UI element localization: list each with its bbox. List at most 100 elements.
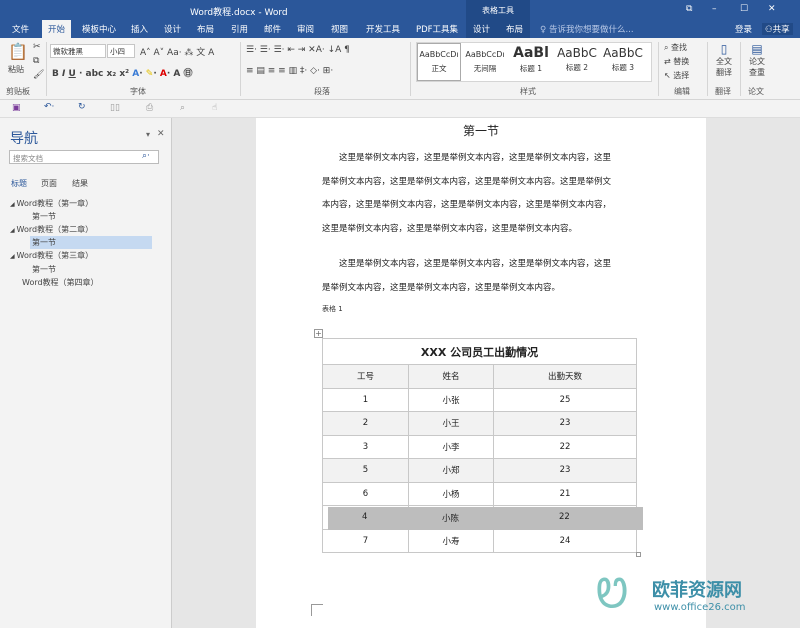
copy-icon[interactable]: ⧉ [33,56,39,66]
nav-close-icon[interactable]: ✕ [157,129,165,139]
tab-pdf[interactable]: PDF工具集 [416,23,458,35]
header-days: 出勤天数 [493,364,637,389]
format-painter-icon[interactable]: 🖌 [33,70,44,80]
table-row[interactable]: 7 小寿 24 [322,528,637,553]
table-move-handle-icon[interactable]: + [314,329,323,338]
group-translate: 翻译 [715,87,731,96]
ribbon: 📋 粘贴 ✂ ⧉ 🖌 剪贴板 微软雅黑 小四 A˄ A˅ Aa· ⁂ 文 A B… [0,38,800,100]
close-button[interactable]: ✕ [768,4,776,14]
tell-me-input[interactable]: ♀ 告诉我你想要做什么... [540,23,634,35]
watermark: Ꮼ 欧菲资源网 www.office26.com [596,570,800,628]
window-title: Word教程.docx - Word [190,8,288,18]
group-styles: 样式 [520,87,536,96]
nav-heading-ch4[interactable]: Word教程（第四章） [22,277,99,288]
print-icon[interactable]: ⎙ [146,103,153,113]
nav-tab-results[interactable]: 结果 [72,178,88,189]
tab-view[interactable]: 视图 [331,23,348,35]
nav-search-input[interactable]: 搜索文档 ⌕· [9,150,159,164]
title-bar: Word教程.docx - Word 表格工具 ⧉ – ☐ ✕ [0,0,800,20]
style-normal[interactable]: AaBbCcDı 正文 [417,43,461,81]
nav-heading-ch3[interactable]: ◢ Word教程（第三章） [10,250,93,261]
select-button[interactable]: ↖ 选择 [664,70,689,81]
tab-home[interactable]: 开始 [42,20,72,38]
maximize-button[interactable]: ☐ [740,4,748,14]
tab-design[interactable]: 设计 [164,23,181,35]
columns-icon[interactable]: ▯▯ [110,103,120,113]
paste-icon[interactable]: 📋 [8,42,28,61]
person-icon: ⚇ [765,25,773,35]
paste-label[interactable]: 粘贴 [8,64,24,75]
paper-check-button[interactable]: ▤ 论文查重 [746,42,768,78]
tab-layout[interactable]: 布局 [197,23,214,35]
tab-template[interactable]: 模板中心 [82,23,116,35]
nav-heading-ch1[interactable]: ◢ Word教程（第一章） [10,198,93,209]
nav-options-icon[interactable]: ▾ [146,130,150,139]
paragraph-1: 这里是举例文本内容，这里是举例文本内容，这里是举例文本内容，这里 是举例文本内容，… [322,153,612,234]
tab-table-layout[interactable]: 布局 [506,23,523,35]
nav-heading-ch3-s1[interactable]: 第一节 [32,264,56,275]
redo-icon[interactable]: ↻ [78,102,86,112]
table-row[interactable]: 5 小郑 23 [322,458,637,483]
ribbon-tabs: 文件 开始 模板中心 插入 设计 布局 引用 邮件 审阅 视图 开发工具 PDF… [0,20,800,38]
nav-heading-ch2-s1-selected[interactable]: 第一节 [30,236,152,249]
doc-heading: 第一节 [462,124,499,138]
nav-tab-pages[interactable]: 页面 [41,178,57,189]
styles-gallery: AaBbCcDı 正文 AaBbCcDı 无间隔 AaBl 标题 1 AaBbC 标题 … [416,42,652,82]
font-name-select[interactable]: 微软雅黑 [50,44,106,58]
lightbulb-icon: ♀ [540,25,549,35]
quick-access-toolbar: ▣ ↶· ↻ ▯▯ ⎙ ⌕ ☝ [0,100,800,118]
tab-review[interactable]: 审阅 [297,23,314,35]
navigation-pane: 导航 ▾ ✕ 搜索文档 ⌕· 标题 页面 结果 ◢ Word教程（第一章） 第一… [0,118,172,628]
group-paragraph: 段落 [314,87,330,96]
tab-references[interactable]: 引用 [231,23,248,35]
group-font: 字体 [130,87,146,96]
document-page[interactable]: 第一节 这里是举例文本内容，这里是举例文本内容，这里是举例文本内容，这里 是举例文… [256,118,706,628]
table-caption: 表格 1 [322,305,343,313]
login-link[interactable]: 登录 [735,23,752,35]
save-icon[interactable]: ▣ [12,103,21,113]
style-heading2[interactable]: AaBbC 标题 2 [555,43,599,73]
tab-file[interactable]: 文件 [12,23,29,35]
search-icon[interactable]: ⌕· [142,151,150,161]
align-icons[interactable]: ≡ ▤ ≡ ≡ ▥ ‡· ◇· ⊞· [246,66,333,76]
font-size-tools-icon[interactable]: A˄ A˅ Aa· ⁂ 文 A [140,45,214,58]
touch-icon[interactable]: ☝ [212,103,217,113]
context-tab-label: 表格工具 [466,0,530,20]
table-row[interactable]: 3 小李 22 [322,434,637,459]
group-paper: 论文 [748,87,764,96]
style-heading1[interactable]: AaBl 标题 1 [509,43,553,74]
translate-icon: ▯ [720,42,728,56]
nav-heading-ch1-s1[interactable]: 第一节 [32,211,56,222]
list-icons[interactable]: ☰· ☰· ☰· ⇤ ⇥ ✕A· ↓A ¶ [246,45,350,55]
style-no-spacing[interactable]: AaBbCcDı 无间隔 [463,43,507,74]
cut-icon[interactable]: ✂ [33,42,41,52]
tab-table-design[interactable]: 设计 [473,23,490,35]
preview-icon[interactable]: ⌕ [180,103,185,113]
tab-developer[interactable]: 开发工具 [366,23,400,35]
table-row[interactable]: 6 小杨 21 [322,481,637,506]
font-size-select[interactable]: 小四 [107,44,135,58]
table-resize-handle[interactable] [636,552,641,557]
table-row[interactable]: 2 小王 23 [322,411,637,436]
share-button[interactable]: ⚇共享 [762,23,793,35]
font-format-icons[interactable]: B I U · abc x₂ x² A· ✎· A· A ㊐ [52,66,193,79]
watermark-logo-icon: Ꮼ [596,571,629,617]
nav-heading-ch2[interactable]: ◢ Word教程（第二章） [10,224,93,235]
nav-title: 导航 [10,131,38,147]
table-row[interactable]: 1 小张 25 [322,387,637,412]
translate-button[interactable]: ▯ 全文翻译 [713,42,735,78]
tab-mailings[interactable]: 邮件 [264,23,281,35]
style-heading3[interactable]: AaBbC 标题 3 [601,43,645,73]
tab-insert[interactable]: 插入 [131,23,148,35]
ribbon-display-button[interactable]: ⧉ [686,4,692,14]
replace-icon: ⇄ [664,57,674,66]
undo-icon[interactable]: ↶· [44,102,54,112]
minimize-button[interactable]: – [712,4,717,14]
nav-tab-headings[interactable]: 标题 [11,178,27,189]
replace-button[interactable]: ⇄ 替换 [664,56,689,67]
find-button[interactable]: ⌕ 查找 [664,42,687,53]
table-title: XXX 公司员工出勤情况 [322,338,637,365]
paper-icon: ▤ [751,42,763,56]
search-icon: ⌕ [664,43,672,52]
dragged-table-row[interactable]: 4 小陈 22 [328,507,643,530]
